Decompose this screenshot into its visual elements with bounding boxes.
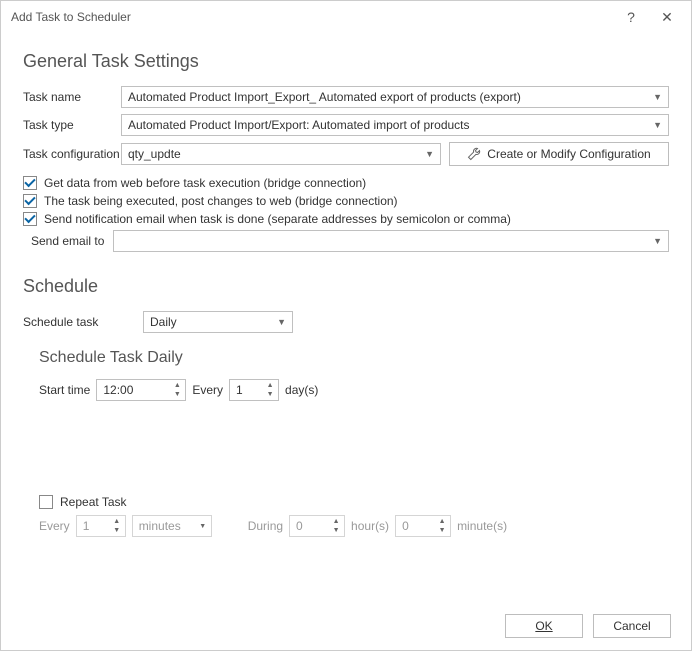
repeat-every-input: 1 ▲ ▼ [76,515,126,537]
get-data-checkbox[interactable] [23,176,37,190]
task-name-row: Task name Automated Product Import_Expor… [23,86,669,108]
send-email-to-label: Send email to [31,234,113,248]
during-label: During [248,519,283,533]
post-changes-checkbox-row: The task being executed, post changes to… [23,194,669,208]
chevron-up-icon: ▲ [435,517,449,526]
repeat-task-checkbox[interactable] [39,495,53,509]
every-days-input[interactable]: 1 ▲ ▼ [229,379,279,401]
dialog-footer: OK Cancel [505,614,671,638]
get-data-label: Get data from web before task execution … [44,176,366,190]
chevron-up-icon: ▲ [170,381,184,390]
spin-buttons[interactable]: ▲ ▼ [263,381,277,399]
chevron-down-icon: ▼ [196,517,210,535]
task-name-label: Task name [23,90,121,104]
repeat-unit-value: minutes [139,519,181,533]
task-type-value: Automated Product Import/Export: Automat… [128,118,470,132]
ok-button[interactable]: OK [505,614,583,638]
send-notification-checkbox[interactable] [23,212,37,226]
send-email-to-field[interactable]: ▼ [113,230,669,252]
window-title: Add Task to Scheduler [11,10,613,24]
minutes-label: minute(s) [457,519,507,533]
chevron-down-icon: ▼ [277,317,286,327]
chevron-down-icon: ▼ [653,92,662,102]
spin-buttons: ▲ ▼ [435,517,449,535]
chevron-down-icon: ▼ [653,120,662,130]
dialog-content: General Task Settings Task name Automate… [1,33,691,537]
chevron-down-icon: ▼ [435,526,449,535]
spin-buttons: ▼ [196,517,210,535]
chevron-up-icon: ▲ [110,517,124,526]
close-icon: ✕ [661,9,673,26]
during-hours-input: 0 ▲ ▼ [289,515,345,537]
every-days-value: 1 [236,383,243,397]
chevron-up-icon: ▲ [263,381,277,390]
chevron-down-icon: ▼ [653,236,662,246]
chevron-up-icon: ▲ [329,517,343,526]
schedule-task-value: Daily [150,315,177,329]
post-changes-label: The task being executed, post changes to… [44,194,398,208]
cancel-button[interactable]: Cancel [593,614,671,638]
get-data-checkbox-row: Get data from web before task execution … [23,176,669,190]
send-notification-checkbox-row: Send notification email when task is don… [23,212,669,226]
wrench-icon [467,147,481,161]
post-changes-checkbox[interactable] [23,194,37,208]
chevron-down-icon: ▼ [170,390,184,399]
repeat-task-label: Repeat Task [60,495,127,509]
chevron-down-icon: ▼ [329,526,343,535]
close-button[interactable]: ✕ [649,3,685,31]
titlebar: Add Task to Scheduler ? ✕ [1,1,691,33]
spin-buttons: ▲ ▼ [329,517,343,535]
task-type-row: Task type Automated Product Import/Expor… [23,114,669,136]
schedule-task-label: Schedule task [23,315,143,329]
days-label: day(s) [285,383,318,397]
repeat-unit-select: minutes ▼ [132,515,212,537]
create-modify-config-button[interactable]: Create or Modify Configuration [449,142,669,166]
start-time-value: 12:00 [103,383,133,397]
during-minutes-value: 0 [402,519,409,533]
hours-label: hour(s) [351,519,389,533]
cancel-label: Cancel [613,619,650,633]
repeat-every-label: Every [39,519,70,533]
help-button[interactable]: ? [613,3,649,31]
during-hours-value: 0 [296,519,303,533]
task-config-label: Task configuration [23,147,121,161]
repeat-task-row: Repeat Task [39,495,669,509]
during-minutes-input: 0 ▲ ▼ [395,515,451,537]
task-config-value: qty_updte [128,147,181,161]
start-time-label: Start time [39,383,90,397]
spin-buttons: ▲ ▼ [110,517,124,535]
schedule-task-select[interactable]: Daily ▼ [143,311,293,333]
task-name-value: Automated Product Import_Export_ Automat… [128,90,521,104]
ok-label: OK [535,619,552,633]
task-name-field[interactable]: Automated Product Import_Export_ Automat… [121,86,669,108]
task-type-field[interactable]: Automated Product Import/Export: Automat… [121,114,669,136]
start-time-row: Start time 12:00 ▲ ▼ Every 1 ▲ ▼ day(s) [39,379,669,401]
chevron-down-icon: ▼ [110,526,124,535]
spin-buttons[interactable]: ▲ ▼ [170,381,184,399]
create-modify-config-label: Create or Modify Configuration [487,147,650,161]
chevron-down-icon: ▼ [263,390,277,399]
chevron-down-icon: ▼ [425,149,434,159]
help-icon: ? [627,9,635,25]
task-config-field[interactable]: qty_updte ▼ [121,143,441,165]
task-config-row: Task configuration qty_updte ▼ Create or… [23,142,669,166]
every-label: Every [192,383,223,397]
schedule-heading: Schedule [23,276,669,297]
repeat-details-row: Every 1 ▲ ▼ minutes ▼ During 0 ▲ ▼ hour(… [39,515,669,537]
repeat-every-value: 1 [83,519,90,533]
start-time-input[interactable]: 12:00 ▲ ▼ [96,379,186,401]
send-notification-label: Send notification email when task is don… [44,212,511,226]
send-email-row: Send email to ▼ [31,230,669,252]
schedule-task-row: Schedule task Daily ▼ [23,311,669,333]
task-type-label: Task type [23,118,121,132]
general-settings-heading: General Task Settings [23,51,669,72]
schedule-daily-heading: Schedule Task Daily [39,349,669,367]
